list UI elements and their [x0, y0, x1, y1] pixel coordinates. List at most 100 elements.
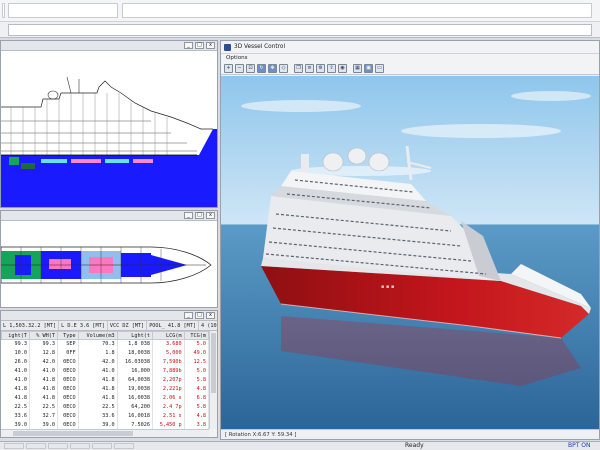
- close-button[interactable]: x: [206, 212, 215, 219]
- table-cell: 1.8: [78, 348, 118, 358]
- column-header[interactable]: Lght(t: [116, 331, 153, 340]
- table-row[interactable]: 10.0 12.8 0FF 1.8 18,0038 5,000 49.0: [1, 348, 209, 358]
- table-cell: 39.0: [78, 420, 118, 429]
- column-header[interactable]: Volume(m3: [77, 331, 118, 340]
- summary-tab[interactable]: VCC DZ [MT]: [108, 321, 148, 330]
- table-cell: 0ECO: [57, 420, 79, 429]
- vessel-3d-viewport[interactable]: ▪ ▪ ▪: [221, 76, 599, 429]
- table-cell: 41.8: [78, 375, 118, 385]
- summary-tab[interactable]: L 1,503.32.2 [MT]: [1, 321, 60, 330]
- maximize-button[interactable]: □: [195, 312, 204, 319]
- vertical-scrollbar[interactable]: [209, 331, 217, 429]
- table-cell: 12.8: [29, 348, 58, 358]
- table-cell: 33.6: [1, 411, 30, 421]
- column-header[interactable]: LCG(m: [151, 331, 185, 340]
- texture-icon[interactable]: ▣: [364, 64, 373, 73]
- status-ready: Ready: [405, 442, 424, 449]
- column-header[interactable]: ight(T: [1, 331, 30, 340]
- zoom-fit-icon[interactable]: ⊡: [246, 64, 255, 73]
- column-header[interactable]: TCG(m: [183, 331, 209, 340]
- horizontal-scrollbar[interactable]: [1, 429, 209, 437]
- table-cell: 12.5: [184, 357, 209, 367]
- viewer-status: [ Rotation X:6.67 Y: 59.34 ]: [221, 429, 599, 439]
- table-cell: 0FF: [57, 348, 79, 358]
- grid-icon[interactable]: ▦: [353, 64, 362, 73]
- column-header[interactable]: % WH(T: [28, 331, 58, 340]
- table-cell: 3.680: [152, 339, 185, 349]
- table-cell: 16,0038: [117, 393, 153, 403]
- table-cell: 22.5: [29, 402, 58, 412]
- summary-tab[interactable]: POOL_ 41.8 [MT]: [147, 321, 200, 330]
- table-cell: 16,0018: [117, 411, 153, 421]
- table-cell: 7.5026: [117, 420, 153, 429]
- close-button[interactable]: x: [206, 312, 215, 319]
- vessel-render: ▪ ▪ ▪: [221, 76, 599, 429]
- rotate-icon[interactable]: ↻: [257, 64, 266, 73]
- table-cell: 0ECO: [57, 393, 79, 403]
- export-icon[interactable]: ⇪: [327, 64, 336, 73]
- maximize-button[interactable]: □: [195, 42, 204, 49]
- table-cell: 5,000: [152, 348, 185, 358]
- table-cell: 41.8: [1, 393, 30, 403]
- table-cell: 2.06 s: [152, 393, 185, 403]
- table-cell: 10.0: [1, 348, 30, 358]
- minimize-button[interactable]: _: [184, 42, 193, 49]
- table-cell: 41.8: [78, 384, 118, 394]
- window-titlebar: 3D Vessel Control: [221, 41, 599, 54]
- copy-icon[interactable]: ❐: [294, 64, 303, 73]
- table-cell: 1,8 038: [117, 339, 153, 349]
- table-cell: 64,200: [117, 402, 153, 412]
- zoom-out-icon[interactable]: −: [235, 64, 244, 73]
- camera-icon[interactable]: ◉: [338, 64, 347, 73]
- zoom-in-icon[interactable]: +: [224, 64, 233, 73]
- maximize-button[interactable]: □: [195, 212, 204, 219]
- toolbar-field-2[interactable]: [122, 3, 592, 18]
- table-row[interactable]: 41.8 41.8 0ECO 41.8 16,0038 2.06 s 6.8: [1, 393, 209, 403]
- table-cell: 22.5: [1, 402, 30, 412]
- table-row[interactable]: 41.8 41.8 0ECO 41.8 19,0038 2,221p 4.8: [1, 384, 209, 394]
- table-cell: 39.0: [1, 420, 30, 429]
- profile-drawing[interactable]: [1, 51, 217, 207]
- toolbar-field-1[interactable]: [8, 3, 118, 18]
- plan-drawing[interactable]: [1, 221, 217, 307]
- menu-options[interactable]: Options: [221, 54, 599, 63]
- window-icon[interactable]: ▭: [375, 64, 384, 73]
- table-cell: SEP: [57, 339, 79, 349]
- pan-icon[interactable]: ✥: [268, 64, 277, 73]
- table-cell: 41.0: [1, 366, 30, 376]
- table-cell: 41.8: [1, 384, 30, 394]
- column-header[interactable]: Type: [56, 331, 79, 340]
- table-cell: 5.0: [184, 366, 209, 376]
- table-cell: 7,590b: [152, 357, 185, 367]
- settings-icon[interactable]: ⚙: [316, 64, 325, 73]
- profile-view-pane: _ □ x: [0, 40, 218, 208]
- pane-header: _ □ x: [1, 211, 217, 221]
- table-cell: 16,000: [117, 366, 153, 376]
- table-row[interactable]: 22.5 22.5 0ECO 22.5 64,200 2.4 7p 5.8: [1, 402, 209, 412]
- minimize-button[interactable]: _: [184, 312, 193, 319]
- table-row[interactable]: 39.0 39.0 0ECO 39.0 7.5026 5,450 p 3.8: [1, 420, 209, 429]
- svg-text:▪ ▪ ▪: ▪ ▪ ▪: [381, 284, 394, 290]
- table-row[interactable]: 26.0 42.0 0ECO 42.0 16.03038 7,590b 12.5: [1, 357, 209, 367]
- table-cell: 2.51 s: [152, 411, 185, 421]
- summary-tab[interactable]: 4 (10.6)% [PCT]: [199, 321, 217, 330]
- table-cell: 4.8: [184, 384, 209, 394]
- app-icon: [224, 43, 231, 51]
- table-row[interactable]: 41.0 41.0 0ECO 41.0 16,000 7,889b 5.0: [1, 366, 209, 376]
- table-row[interactable]: 33.6 32.7 0ECO 33.6 16,0018 2.51 s 4.8: [1, 411, 209, 421]
- layers-icon[interactable]: ≡: [305, 64, 314, 73]
- table-cell: 4.8: [184, 411, 209, 421]
- table-cell: 99.3: [1, 339, 30, 349]
- command-input[interactable]: [8, 24, 592, 36]
- table-cell: 0ECO: [57, 411, 79, 421]
- table-cell: 5.8: [184, 375, 209, 385]
- minimize-button[interactable]: _: [184, 212, 193, 219]
- close-button[interactable]: x: [206, 42, 215, 49]
- summary-tab[interactable]: L D.E 3.6 [MT]: [59, 321, 108, 330]
- table-cell: 41.0: [29, 366, 58, 376]
- toolbar-strip: [0, 0, 600, 22]
- table-row[interactable]: 99.3 99.3 SEP 70.3 1,8 038 3.680 5.0: [1, 339, 209, 349]
- ship-profile-svg: [1, 51, 217, 207]
- orbit-icon[interactable]: ◇: [279, 64, 288, 73]
- table-row[interactable]: 41.0 41.8 0ECO 41.8 64,0038 2,207p 5.8: [1, 375, 209, 385]
